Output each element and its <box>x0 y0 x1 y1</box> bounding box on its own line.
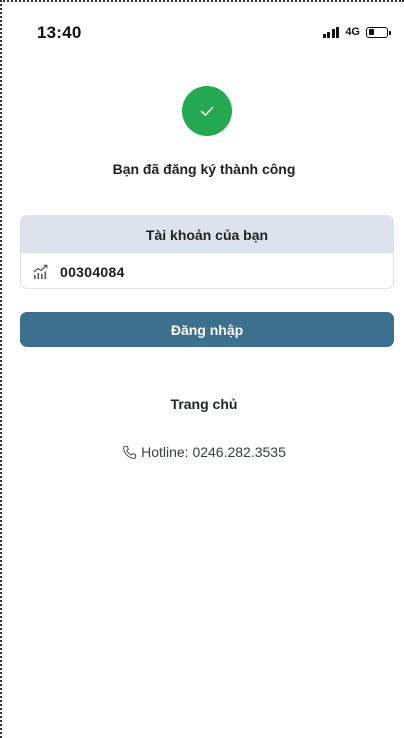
login-button[interactable]: Đăng nhập <box>20 312 394 347</box>
success-message: Bạn đã đăng ký thành công <box>112 161 296 177</box>
success-check-icon <box>182 86 232 136</box>
account-row: 00304084 <box>21 253 393 288</box>
battery-level <box>368 29 375 35</box>
status-indicators: 4G <box>322 26 391 38</box>
registration-success-screen: 13:40 4G Bạn đã đăng ký thành công Tài k… <box>0 0 404 738</box>
account-number: 00304084 <box>60 263 125 280</box>
home-link[interactable]: Trang chủ <box>2 396 404 412</box>
status-time: 13:40 <box>37 23 82 42</box>
network-type: 4G <box>345 26 360 38</box>
stock-chart-icon <box>32 263 50 281</box>
account-card-title: Tài khoản của bạn <box>21 216 393 253</box>
account-card: Tài khoản của bạn 00304084 <box>20 215 394 289</box>
hotline-link[interactable]: Hotline: 0246.282.3535 <box>2 444 404 460</box>
signal-icon <box>322 26 340 38</box>
phone-icon <box>122 445 137 460</box>
hotline-text: Hotline: 0246.282.3535 <box>141 444 286 460</box>
battery-icon <box>366 26 391 38</box>
status-bar: 13:40 4G <box>2 2 404 64</box>
